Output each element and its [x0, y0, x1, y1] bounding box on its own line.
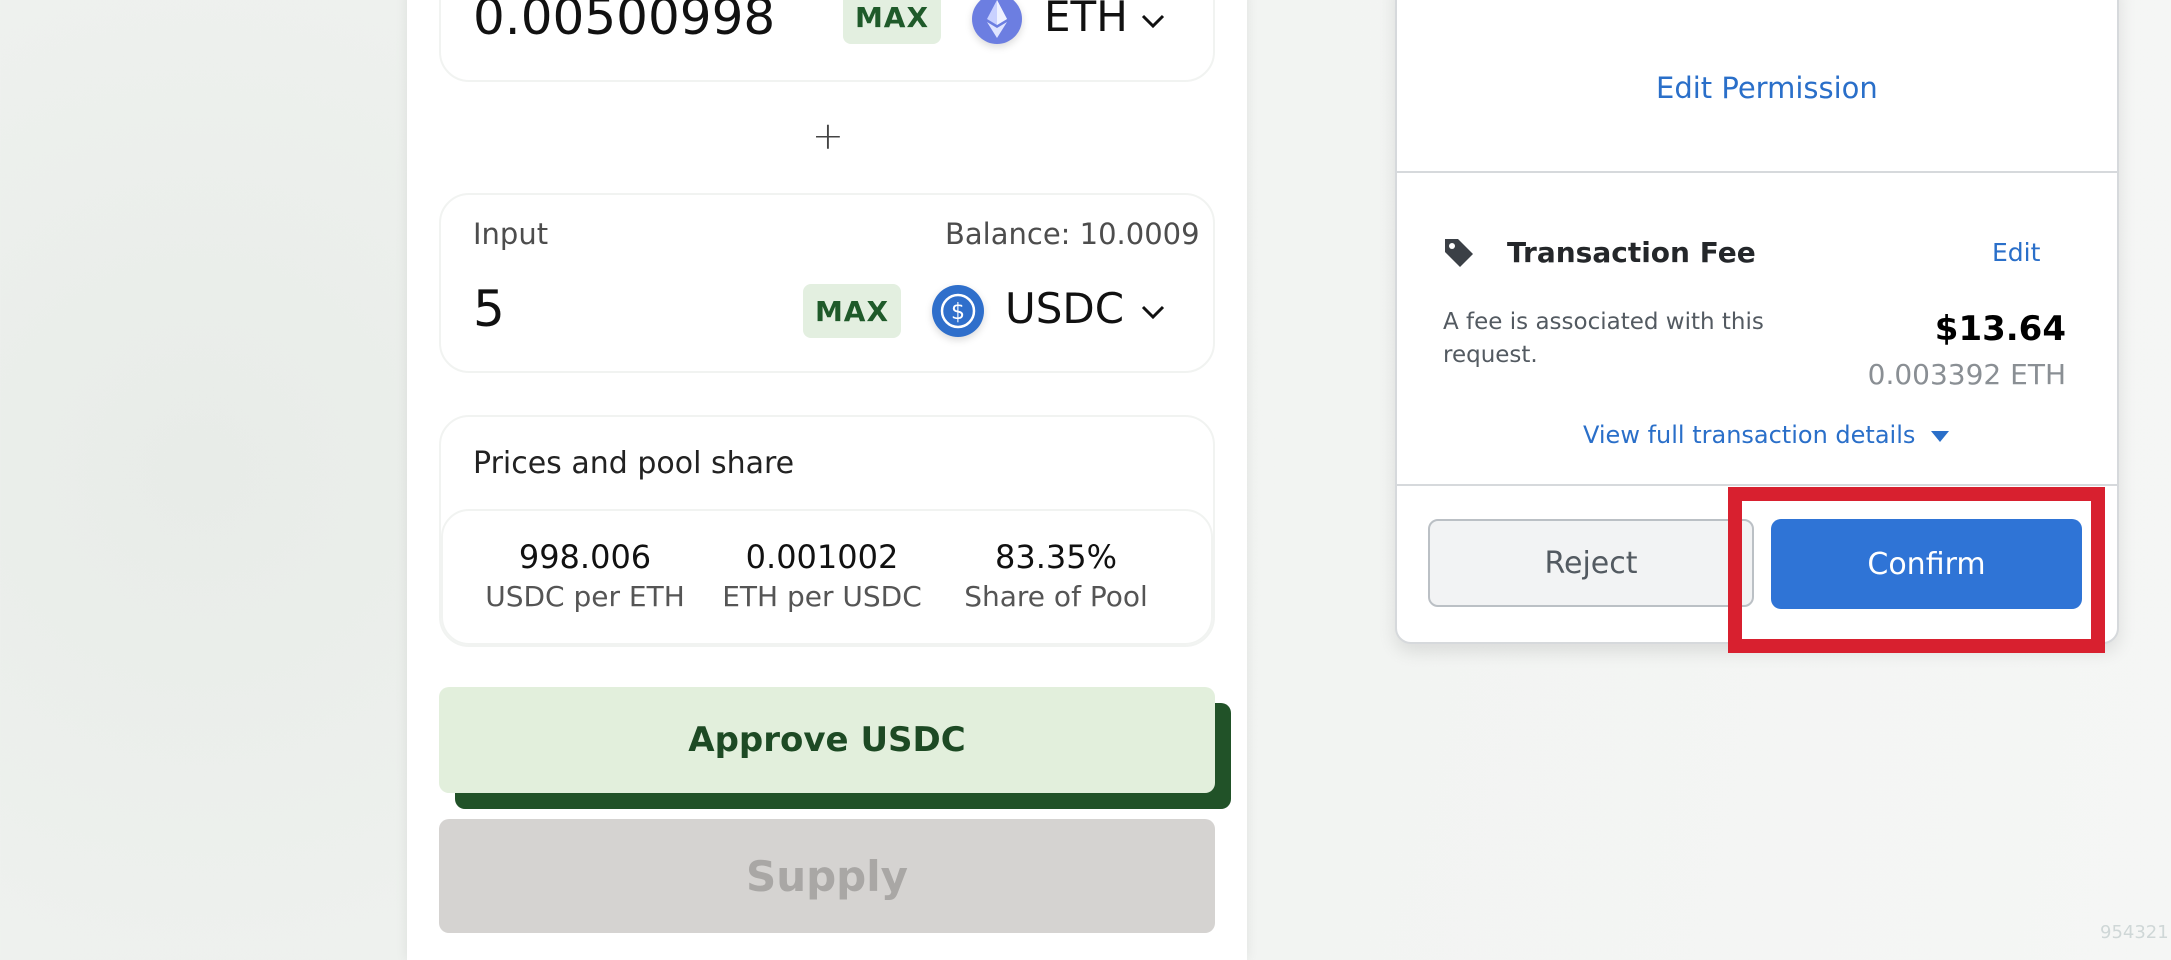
svg-text:$: $: [951, 300, 965, 325]
usdc-max-button[interactable]: MAX: [803, 284, 901, 338]
eth-token-symbol[interactable]: ETH: [1044, 0, 1128, 41]
fee-edit-link[interactable]: Edit: [1992, 238, 2040, 267]
tag-icon: [1445, 239, 1473, 267]
popup-divider-top: [1397, 171, 2117, 173]
usdc-balance: Balance: 10.0009: [945, 217, 1200, 251]
watermark-text: 954321: [2100, 922, 2169, 943]
price-eth-per-usdc-value: 0.001002: [745, 538, 899, 576]
eth-token-icon: [972, 0, 1022, 44]
usdc-token-symbol[interactable]: USDC: [1005, 284, 1124, 333]
eth-amount-input[interactable]: 0.00500998: [473, 0, 775, 46]
eth-chevron-down-icon[interactable]: [1138, 6, 1168, 36]
usdc-amount-input[interactable]: 5: [473, 280, 505, 338]
caret-down-icon: [1931, 431, 1950, 442]
price-usdc-per-eth-label: USDC per ETH: [485, 580, 685, 613]
confirm-highlight-box: [1728, 487, 2105, 653]
price-usdc-per-eth-value: 998.006: [518, 538, 652, 576]
reject-button[interactable]: Reject: [1428, 519, 1754, 607]
view-full-details-label: View full transaction details: [1583, 421, 1916, 449]
popup-divider-bottom: [1397, 484, 2117, 486]
view-full-details-link[interactable]: View full transaction details: [1583, 421, 1950, 449]
transaction-fee-title: Transaction Fee: [1507, 236, 1756, 269]
fee-usd-amount: $13.64: [1934, 309, 2066, 349]
plus-icon: +: [812, 114, 844, 158]
eth-max-button[interactable]: MAX: [843, 0, 941, 44]
input-label: Input: [473, 217, 549, 251]
fee-eth-amount: 0.003392 ETH: [1867, 358, 2066, 391]
price-eth-per-usdc-label: ETH per USDC: [722, 580, 922, 613]
approve-usdc-button[interactable]: Approve USDC: [439, 687, 1215, 793]
fee-description-line2: request.: [1443, 342, 1538, 368]
edit-permission-link[interactable]: Edit Permission: [1656, 71, 1878, 105]
share-of-pool-label: Share of Pool: [964, 580, 1148, 613]
prices-inner-card: [441, 509, 1213, 645]
prices-title: Prices and pool share: [473, 446, 795, 481]
supply-button[interactable]: Supply: [439, 819, 1215, 933]
usdc-token-icon: $: [932, 285, 984, 337]
share-of-pool-value: 83.35%: [994, 538, 1117, 576]
fee-description-line1: A fee is associated with this: [1443, 309, 1764, 335]
usdc-chevron-down-icon[interactable]: [1138, 297, 1168, 327]
